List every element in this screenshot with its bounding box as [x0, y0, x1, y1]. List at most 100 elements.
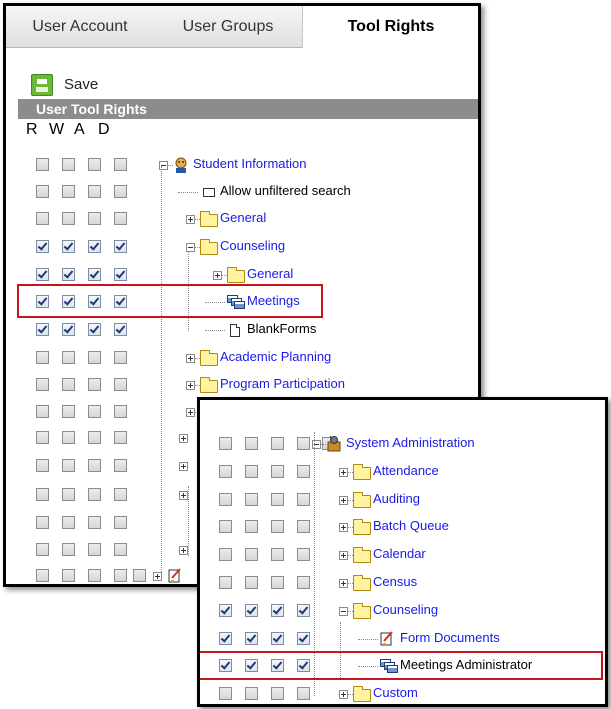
checkbox-delete[interactable] — [297, 687, 310, 700]
tree-node-link[interactable]: Counseling — [220, 238, 285, 254]
checkbox-add[interactable] — [88, 405, 101, 418]
checkbox-read[interactable] — [36, 212, 49, 225]
checkbox-add[interactable] — [88, 459, 101, 472]
expand-icon[interactable] — [339, 468, 348, 477]
checkbox-read[interactable] — [219, 493, 232, 506]
checkbox-write[interactable] — [62, 516, 75, 529]
checkbox-add[interactable] — [271, 465, 284, 478]
checkbox-write[interactable] — [245, 604, 258, 617]
checkbox-read[interactable] — [36, 516, 49, 529]
checkbox-read[interactable] — [219, 548, 232, 561]
checkbox-write[interactable] — [62, 212, 75, 225]
checkbox-add[interactable] — [271, 520, 284, 533]
expand-icon[interactable] — [153, 572, 162, 581]
checkbox-write[interactable] — [245, 687, 258, 700]
checkbox-add[interactable] — [271, 437, 284, 450]
save-button[interactable]: Save — [16, 58, 106, 96]
checkbox-write[interactable] — [62, 240, 75, 253]
expand-icon[interactable] — [179, 491, 188, 500]
checkbox-delete[interactable] — [114, 488, 127, 501]
checkbox-write[interactable] — [62, 543, 75, 556]
checkbox-add[interactable] — [88, 240, 101, 253]
expand-icon[interactable] — [186, 381, 195, 390]
checkbox-add[interactable] — [88, 543, 101, 556]
checkbox-delete[interactable] — [297, 632, 310, 645]
expand-icon[interactable] — [179, 462, 188, 471]
checkbox-delete[interactable] — [114, 351, 127, 364]
tree-node-link[interactable]: Student Information — [193, 156, 306, 172]
checkbox-write[interactable] — [62, 323, 75, 336]
checkbox-delete[interactable] — [114, 158, 127, 171]
checkbox-delete[interactable] — [114, 212, 127, 225]
tree-node-link[interactable]: Custom — [373, 685, 418, 701]
checkbox-add[interactable] — [271, 604, 284, 617]
checkbox-delete[interactable] — [114, 543, 127, 556]
expand-icon[interactable] — [339, 496, 348, 505]
expand-icon[interactable] — [179, 434, 188, 443]
checkbox-delete[interactable] — [114, 268, 127, 281]
expand-icon[interactable] — [339, 579, 348, 588]
checkbox-add[interactable] — [88, 488, 101, 501]
checkbox-delete[interactable] — [114, 516, 127, 529]
checkbox-write[interactable] — [245, 437, 258, 450]
checkbox-add[interactable] — [88, 212, 101, 225]
tree-node-link[interactable]: General — [220, 210, 266, 226]
tree-node-link[interactable]: Academic Planning — [220, 349, 331, 365]
tree-node-link[interactable]: Attendance — [373, 463, 439, 479]
checkbox-read[interactable] — [36, 323, 49, 336]
checkbox-delete[interactable] — [297, 548, 310, 561]
tree-node-link[interactable]: System Administration — [346, 435, 475, 451]
checkbox-add[interactable] — [88, 516, 101, 529]
checkbox-read[interactable] — [36, 543, 49, 556]
checkbox-read[interactable] — [36, 405, 49, 418]
checkbox-read[interactable] — [219, 437, 232, 450]
collapse-icon[interactable] — [339, 607, 348, 616]
tree-node-link[interactable]: Program Participation — [220, 376, 345, 392]
tree-node-link[interactable]: Counseling — [373, 602, 438, 618]
checkbox-delete[interactable] — [114, 378, 127, 391]
checkbox-read[interactable] — [219, 632, 232, 645]
checkbox-add[interactable] — [271, 576, 284, 589]
tab-user-account[interactable]: User Account — [6, 6, 154, 47]
checkbox-add[interactable] — [271, 548, 284, 561]
checkbox-write[interactable] — [245, 493, 258, 506]
checkbox-add[interactable] — [88, 323, 101, 336]
checkbox-delete[interactable] — [297, 437, 310, 450]
checkbox-read[interactable] — [36, 488, 49, 501]
checkbox-read[interactable] — [36, 158, 49, 171]
checkbox-write[interactable] — [62, 459, 75, 472]
checkbox-delete[interactable] — [114, 240, 127, 253]
checkbox-add[interactable] — [88, 431, 101, 444]
checkbox-write[interactable] — [245, 548, 258, 561]
checkbox-delete[interactable] — [114, 569, 127, 582]
tree-node-link[interactable]: Census — [373, 574, 417, 590]
tree-node-link[interactable]: General — [247, 266, 293, 282]
checkbox-read[interactable] — [36, 268, 49, 281]
checkbox-delete[interactable] — [297, 493, 310, 506]
checkbox-delete[interactable] — [297, 604, 310, 617]
checkbox-write[interactable] — [62, 378, 75, 391]
tab-user-groups[interactable]: User Groups — [154, 6, 302, 47]
checkbox-delete[interactable] — [297, 465, 310, 478]
checkbox-delete[interactable] — [297, 576, 310, 589]
checkbox-read[interactable] — [36, 378, 49, 391]
checkbox-read[interactable] — [219, 604, 232, 617]
checkbox-add[interactable] — [88, 185, 101, 198]
expand-icon[interactable] — [186, 215, 195, 224]
tree-node-link[interactable]: Form Documents — [400, 630, 500, 646]
expand-icon[interactable] — [339, 523, 348, 532]
checkbox-write[interactable] — [62, 158, 75, 171]
checkbox-write[interactable] — [62, 405, 75, 418]
checkbox-extra[interactable] — [133, 569, 146, 582]
checkbox-delete[interactable] — [114, 323, 127, 336]
checkbox-write[interactable] — [245, 465, 258, 478]
checkbox-read[interactable] — [219, 465, 232, 478]
expand-icon[interactable] — [339, 551, 348, 560]
checkbox-write[interactable] — [62, 569, 75, 582]
checkbox-read[interactable] — [36, 240, 49, 253]
checkbox-read[interactable] — [36, 459, 49, 472]
checkbox-add[interactable] — [88, 351, 101, 364]
checkbox-write[interactable] — [62, 351, 75, 364]
checkbox-read[interactable] — [36, 569, 49, 582]
checkbox-add[interactable] — [88, 378, 101, 391]
